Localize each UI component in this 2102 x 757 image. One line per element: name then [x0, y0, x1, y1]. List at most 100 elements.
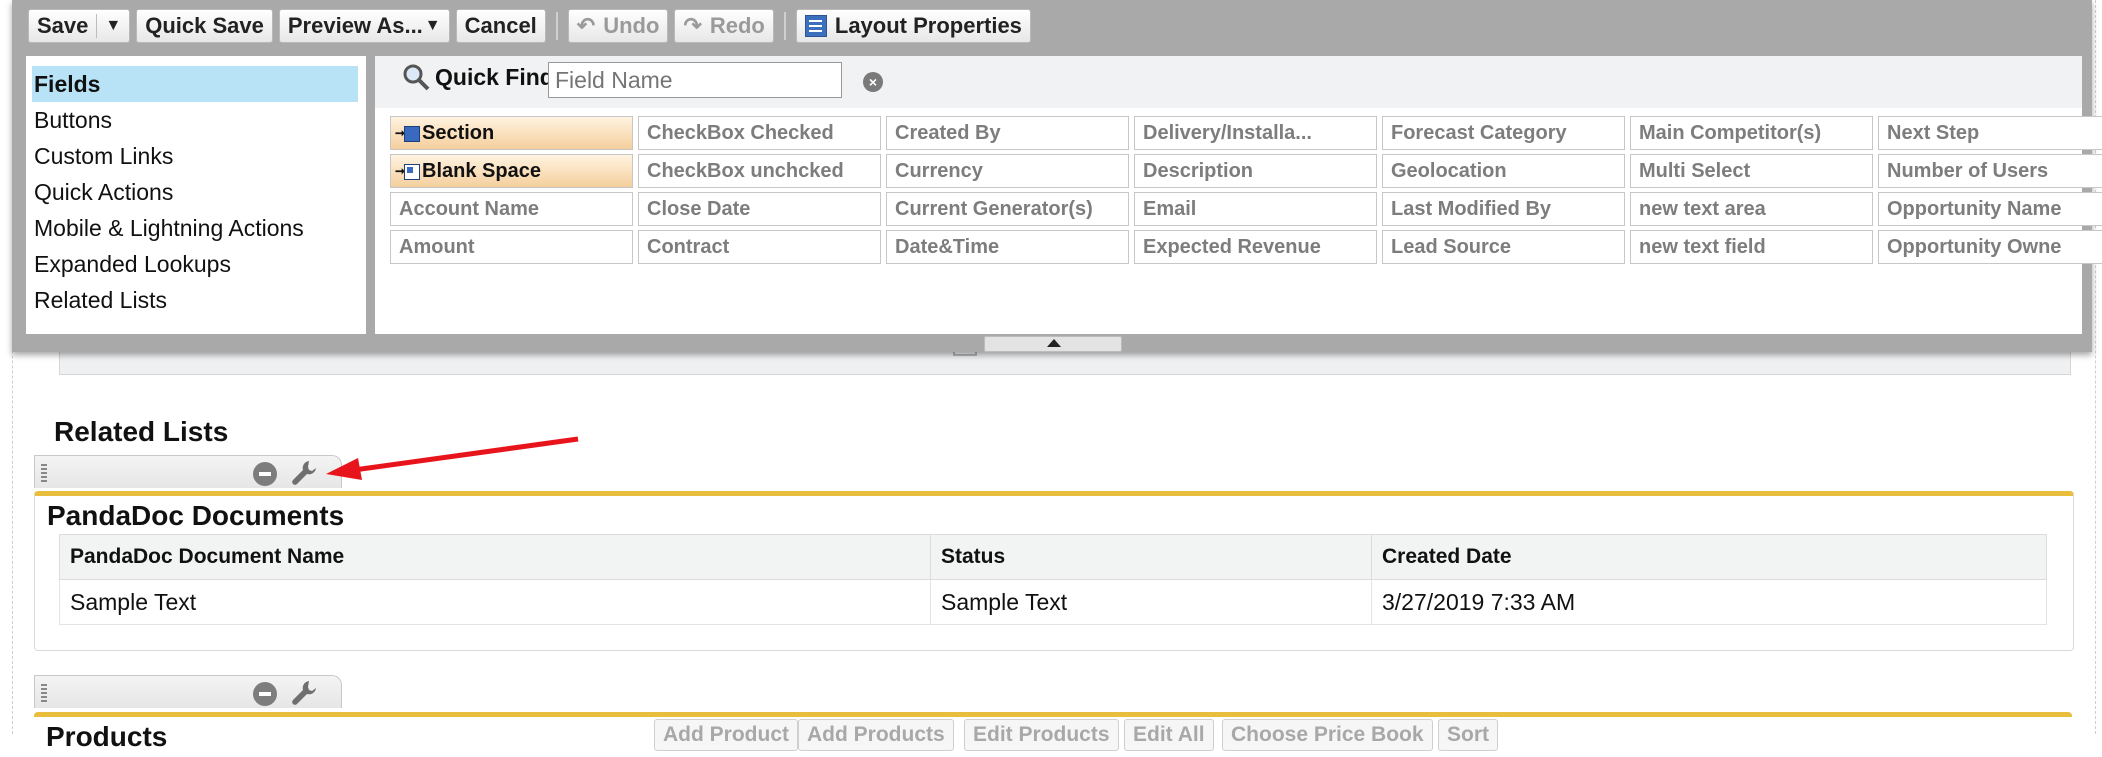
field-item[interactable]: CheckBox unchcked — [638, 154, 881, 188]
field-item[interactable]: Account Name — [390, 192, 633, 226]
redo-button[interactable]: ↷ Redo — [674, 9, 774, 43]
cancel-button[interactable]: Cancel — [455, 9, 546, 43]
search-icon — [403, 64, 430, 91]
layout-properties-icon — [804, 15, 827, 37]
field-item[interactable]: Lead Source — [1382, 230, 1625, 264]
category-quick-actions[interactable]: Quick Actions — [26, 174, 366, 210]
related-list-title: Products — [46, 721, 168, 752]
related-list-handle[interactable] — [34, 675, 342, 708]
field-item[interactable]: Currency — [886, 154, 1129, 188]
related-list-table: PandaDoc Document Name Status Created Da… — [59, 534, 2047, 625]
redo-label: Redo — [709, 13, 765, 38]
field-item-blank-space[interactable]: ➞ Blank Space — [390, 154, 633, 188]
field-item[interactable]: Last Modified By — [1382, 192, 1625, 226]
clear-icon[interactable]: × — [863, 72, 883, 92]
redo-icon: ↷ — [683, 13, 702, 38]
edit-products-button[interactable]: Edit Products — [964, 719, 1119, 751]
add-product-button[interactable]: Add Product — [654, 719, 798, 751]
field-item[interactable]: Expected Revenue — [1134, 230, 1377, 264]
category-expanded-lookups[interactable]: Expanded Lookups — [26, 246, 366, 282]
field-item[interactable]: Current Generator(s) — [886, 192, 1129, 226]
category-buttons[interactable]: Buttons — [26, 102, 366, 138]
field-item[interactable]: Created By — [886, 116, 1129, 150]
layout-editor-palette: Save ▼ Quick Save Preview As... ▼ Cancel… — [12, 0, 2102, 352]
wrench-icon[interactable] — [289, 458, 319, 488]
palette-toolbar: Save ▼ Quick Save Preview As... ▼ Cancel… — [28, 8, 1031, 44]
quick-find-text: Quick Find — [435, 63, 554, 90]
save-button[interactable]: Save ▼ — [28, 9, 131, 43]
column-header: Created Date — [1371, 534, 2047, 580]
field-item[interactable]: Opportunity Name — [1878, 192, 2102, 226]
field-item[interactable]: Opportunity Owne — [1878, 230, 2102, 264]
field-item[interactable]: CheckBox Checked — [638, 116, 881, 150]
edit-all-button[interactable]: Edit All — [1124, 719, 1214, 751]
field-item[interactable]: Geolocation — [1382, 154, 1625, 188]
related-lists-heading: Related Lists — [54, 416, 229, 447]
field-item[interactable]: Contract — [638, 230, 881, 264]
quick-save-button[interactable]: Quick Save — [136, 9, 273, 43]
column-header: PandaDoc Document Name — [59, 534, 931, 580]
related-list-handle[interactable] — [34, 455, 342, 488]
table-header-row: PandaDoc Document Name Status Created Da… — [59, 534, 2047, 580]
section-icon: ➞ — [395, 124, 420, 142]
table-cell: 3/27/2019 7:33 AM — [1371, 579, 2047, 625]
undo-label: Undo — [603, 13, 660, 38]
choose-price-book-button[interactable]: Choose Price Book — [1222, 719, 1433, 751]
table-row: Sample Text Sample Text 3/27/2019 7:33 A… — [59, 579, 2047, 625]
field-label: Section — [422, 122, 495, 144]
palette-field-area: Quick Find × ➞ Section CheckBox Checked … — [375, 56, 2102, 334]
remove-icon[interactable] — [253, 462, 277, 486]
table-cell: Sample Text — [930, 579, 1372, 625]
category-mobile-lightning-actions[interactable]: Mobile & Lightning Actions — [26, 210, 366, 246]
field-item[interactable]: Amount — [390, 230, 633, 264]
add-products-button[interactable]: Add Products — [798, 719, 954, 751]
pandadoc-related-list: PandaDoc Documents PandaDoc Document Nam… — [34, 491, 2074, 651]
field-item[interactable]: Delivery/Installa... — [1134, 116, 1377, 150]
field-item-section[interactable]: ➞ Section — [390, 116, 633, 150]
chevron-down-icon[interactable]: ▼ — [425, 17, 441, 35]
sort-button[interactable]: Sort — [1438, 719, 1498, 751]
layout-properties-label: Layout Properties — [834, 13, 1022, 38]
field-item[interactable]: Number of Users — [1878, 154, 2102, 188]
field-item[interactable]: Forecast Category — [1382, 116, 1625, 150]
chevron-down-icon[interactable]: ▼ — [105, 17, 121, 35]
layout-properties-button[interactable]: Layout Properties — [795, 9, 1031, 43]
field-item[interactable]: new text area — [1630, 192, 1873, 226]
field-label: Blank Space — [422, 160, 541, 182]
toolbar-separator — [555, 12, 558, 40]
undo-icon: ↶ — [576, 13, 596, 38]
field-item[interactable]: Multi Select — [1630, 154, 1873, 188]
palette-category-list: Fields Buttons Custom Links Quick Action… — [26, 56, 366, 334]
table-cell: Sample Text — [59, 579, 931, 625]
drag-grip-icon[interactable] — [41, 464, 47, 482]
field-item[interactable]: new text field — [1630, 230, 1873, 264]
preview-as-label[interactable]: Preview As... — [288, 13, 423, 39]
drag-grip-icon[interactable] — [41, 684, 47, 702]
blank-space-icon: ➞ — [395, 162, 420, 180]
field-grid: ➞ Section CheckBox Checked Created By De… — [390, 116, 2102, 264]
quick-find-label: Quick Find — [401, 62, 554, 92]
field-item[interactable]: Email — [1134, 192, 1377, 226]
field-item[interactable]: Close Date — [638, 192, 881, 226]
toolbar-separator — [783, 12, 786, 40]
save-label[interactable]: Save — [37, 13, 88, 39]
collapse-palette-toggle[interactable] — [984, 336, 1122, 352]
category-related-lists[interactable]: Related Lists — [26, 282, 366, 318]
field-item[interactable]: Next Step — [1878, 116, 2102, 150]
field-item[interactable]: Description — [1134, 154, 1377, 188]
field-item[interactable]: Main Competitor(s) — [1630, 116, 1873, 150]
category-fields[interactable]: Fields — [32, 66, 358, 102]
column-header: Status — [930, 534, 1372, 580]
field-item[interactable]: Date&Time — [886, 230, 1129, 264]
remove-icon[interactable] — [253, 682, 277, 706]
quick-find-bar: Quick Find × — [375, 56, 2082, 108]
quick-find-input[interactable] — [548, 62, 842, 98]
undo-button[interactable]: ↶ Undo — [567, 9, 669, 43]
annotation-arrow — [326, 436, 579, 480]
category-custom-links[interactable]: Custom Links — [26, 138, 366, 174]
related-list-title: PandaDoc Documents — [47, 500, 345, 531]
products-related-list: Products Add Product Add Products Edit P… — [34, 712, 2072, 757]
preview-as-button[interactable]: Preview As... ▼ — [278, 9, 450, 43]
split-divider — [96, 14, 98, 38]
wrench-icon[interactable] — [289, 678, 319, 708]
